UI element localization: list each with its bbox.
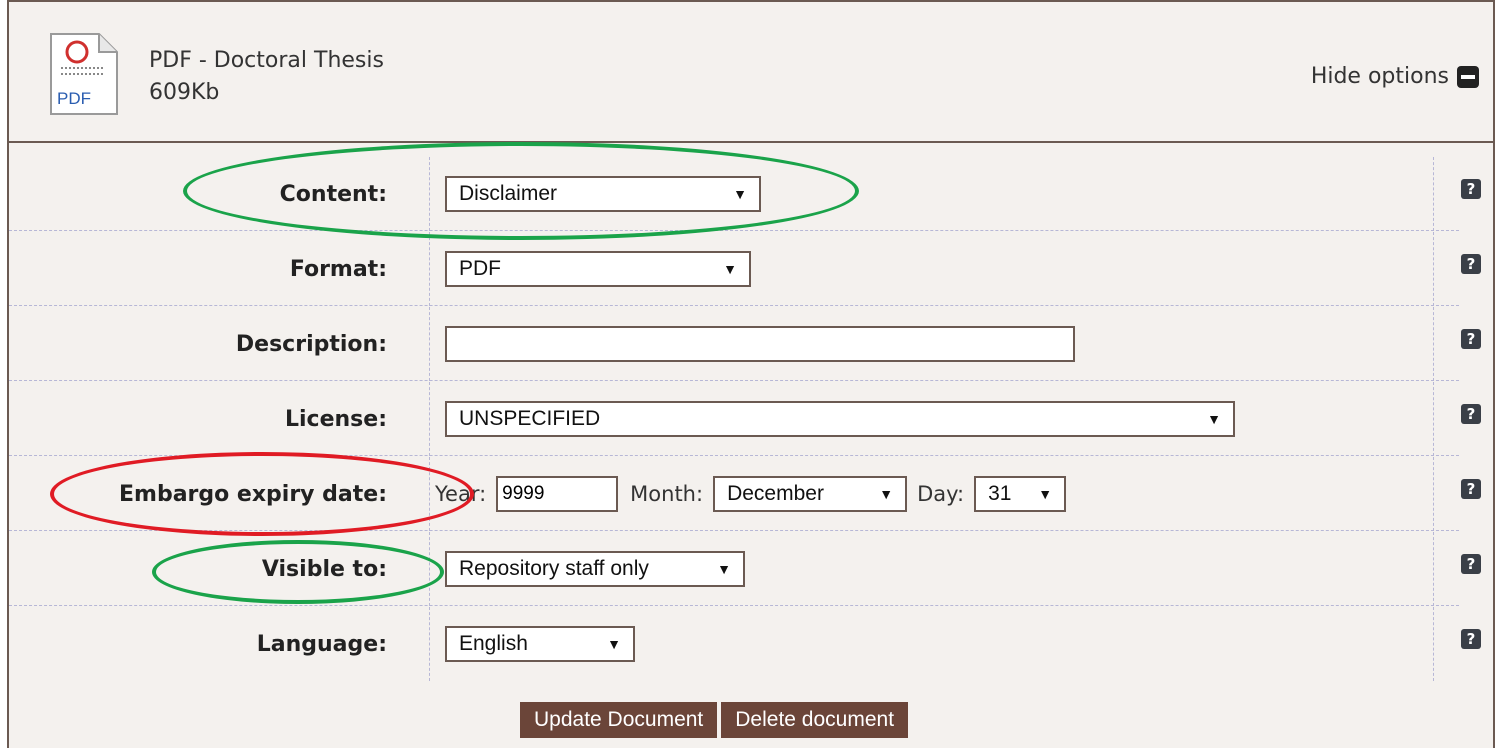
dropdown-arrow-icon: ▼ (717, 561, 731, 577)
divider (1433, 532, 1434, 606)
content-value: Disclaimer (459, 182, 558, 205)
divider (429, 157, 430, 231)
embargo-label: Embargo expiry date: (119, 481, 387, 507)
content-select[interactable]: Disclaimer ▼ (445, 176, 761, 212)
format-label: Format: (289, 256, 387, 282)
pdf-file-icon: PDF (50, 33, 118, 115)
day-value: 31 (988, 482, 1012, 505)
help-icon[interactable]: ? (1461, 404, 1481, 424)
description-input[interactable] (445, 326, 1075, 362)
help-icon[interactable]: ? (1461, 254, 1481, 274)
language-value: English (459, 632, 528, 655)
help-icon[interactable]: ? (1461, 329, 1481, 349)
format-select[interactable]: PDF ▼ (445, 251, 751, 287)
update-document-button[interactable]: Update Document (520, 702, 718, 738)
divider (1433, 157, 1434, 231)
document-panel: PDF PDF - Doctoral Thesis 609Kb Hide opt… (7, 0, 1495, 748)
dropdown-arrow-icon: ▼ (1038, 486, 1053, 502)
divider (1433, 307, 1434, 381)
license-row: License: UNSPECIFIED ▼ ? (9, 382, 1481, 456)
document-size: 609Kb (149, 80, 220, 105)
help-icon[interactable]: ? (1461, 479, 1481, 499)
collapse-icon (1457, 65, 1479, 88)
visible-row: Visible to: Repository staff only ▼ ? (9, 532, 1481, 606)
dropdown-arrow-icon: ▼ (1207, 411, 1221, 427)
license-label: License: (285, 406, 387, 432)
month-value: December (727, 482, 824, 505)
divider (1433, 232, 1434, 306)
license-value: UNSPECIFIED (459, 407, 601, 430)
document-title: PDF - Doctoral Thesis (149, 48, 384, 73)
svg-text:PDF: PDF (57, 89, 91, 108)
visible-value: Repository staff only (459, 557, 649, 580)
divider (1433, 457, 1434, 531)
divider (429, 307, 430, 381)
hide-options-label: Hide options (1310, 64, 1449, 89)
language-row: Language: English ▼ ? (9, 607, 1481, 681)
visible-label: Visible to: (261, 556, 387, 582)
description-row: Description: ? (9, 307, 1481, 381)
divider (429, 607, 430, 681)
divider (429, 532, 430, 606)
divider (1433, 382, 1434, 456)
license-select[interactable]: UNSPECIFIED ▼ (445, 401, 1235, 437)
year-input[interactable] (496, 476, 619, 512)
action-buttons: Update Document Delete document (520, 702, 909, 738)
content-label: Content: (279, 181, 387, 207)
delete-document-button[interactable]: Delete document (721, 702, 909, 738)
year-label: Year: (435, 482, 487, 506)
format-row: Format: PDF ▼ ? (9, 232, 1481, 306)
language-label: Language: (256, 631, 387, 657)
embargo-row: Embargo expiry date: Year: Month: Decemb… (9, 457, 1481, 531)
hide-options-link[interactable]: Hide options (1311, 64, 1479, 89)
help-icon[interactable]: ? (1461, 629, 1481, 649)
content-row: Content: Disclaimer ▼ ? (9, 157, 1481, 231)
dropdown-arrow-icon: ▼ (733, 186, 747, 202)
month-label: Month: (630, 482, 704, 506)
divider (1433, 607, 1434, 681)
help-icon[interactable]: ? (1461, 179, 1481, 199)
language-select[interactable]: English ▼ (445, 626, 635, 662)
month-select[interactable]: December ▼ (713, 476, 908, 512)
visible-select[interactable]: Repository staff only ▼ (445, 551, 745, 587)
dropdown-arrow-icon: ▼ (879, 486, 894, 502)
divider (429, 232, 430, 306)
day-label: Day: (917, 482, 965, 506)
dropdown-arrow-icon: ▼ (607, 636, 621, 652)
format-value: PDF (459, 257, 501, 280)
day-select[interactable]: 31 ▼ (974, 476, 1067, 512)
divider (429, 382, 430, 456)
document-header: PDF PDF - Doctoral Thesis 609Kb Hide opt… (9, 2, 1493, 143)
dropdown-arrow-icon: ▼ (723, 261, 737, 277)
description-label: Description: (235, 331, 387, 357)
help-icon[interactable]: ? (1461, 554, 1481, 574)
divider (429, 457, 430, 531)
